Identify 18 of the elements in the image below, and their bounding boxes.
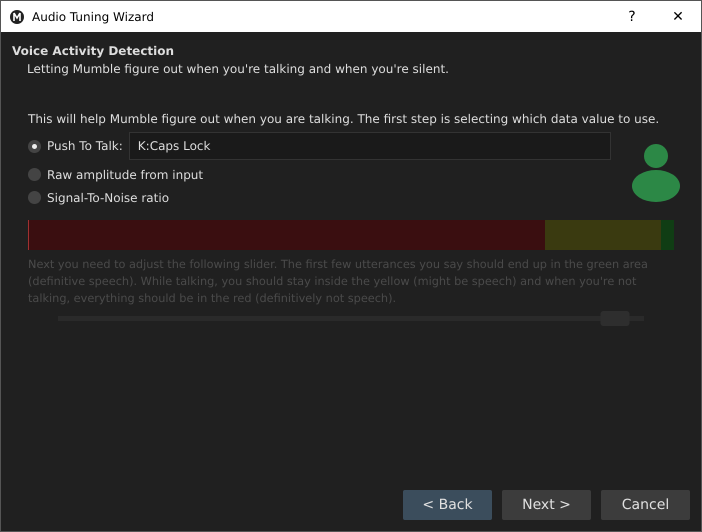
page-title: Voice Activity Detection <box>12 44 176 58</box>
option-label[interactable]: Signal-To-Noise ratio <box>47 190 170 204</box>
radio-button[interactable] <box>28 168 41 181</box>
page-subtitle: Letting Mumble figure out when you're talking and when you're silent. <box>27 62 450 76</box>
help-button[interactable]: ? <box>609 1 655 32</box>
person-icon <box>632 144 680 202</box>
wizard-button[interactable]: Next > <box>502 490 591 520</box>
close-button[interactable]: ✕ <box>655 1 701 32</box>
shortcut-field[interactable]: K:Caps Lock <box>128 132 611 160</box>
app-logo-icon <box>9 8 25 24</box>
option-label[interactable]: Raw amplitude from input <box>47 168 204 182</box>
intro-text: This will help Mumble figure out when you are talking. The first step is selecting which data value to use. <box>28 112 660 126</box>
window-title: Audio Tuning Wizard <box>32 10 155 24</box>
wizard-button[interactable]: < Back <box>403 490 492 520</box>
radio-button[interactable] <box>28 191 41 204</box>
wizard-button[interactable]: Cancel <box>601 490 690 520</box>
radio-button[interactable] <box>28 140 41 152</box>
option-label[interactable]: Push To Talk: <box>47 139 123 153</box>
